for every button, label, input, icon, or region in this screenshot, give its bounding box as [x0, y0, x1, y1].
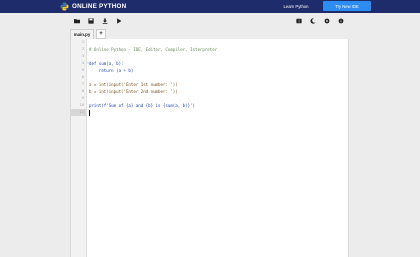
line-number: 6: [81, 75, 84, 79]
code-line-return: return (a + b): [89, 68, 134, 73]
columns-icon: [295, 18, 302, 23]
python-logo-icon: [60, 2, 69, 11]
tab-main-py[interactable]: main.py: [70, 29, 94, 39]
open-file-button[interactable]: [71, 15, 82, 26]
info-button[interactable]: [335, 15, 346, 26]
download-icon: [102, 17, 107, 24]
line-number: 4: [81, 61, 84, 65]
folder-open-icon: [73, 18, 80, 23]
line-number-gutter: 1 2 3 4 5 6 7 8 9 10 11: [71, 39, 87, 257]
line-number: 7: [81, 82, 84, 86]
line-number: 5: [81, 68, 84, 72]
learn-python-link[interactable]: Learn Python: [281, 2, 311, 11]
split-view-button[interactable]: [293, 15, 304, 26]
code-editor[interactable]: 1 2 3 4 5 6 7 8 9 10 11 ▾ # Online Pytho…: [70, 39, 349, 257]
run-button[interactable]: [113, 15, 124, 26]
line-number: 10: [79, 103, 84, 107]
save-icon: [87, 17, 94, 24]
code-line-print: print(f'Sum of {a} and {b} is {sum(a, b)…: [89, 103, 195, 108]
line-number-active: 11: [71, 109, 86, 116]
code-line-input-b: b = int(input('Enter 2nd number: ')): [89, 89, 178, 94]
settings-icon: [324, 18, 329, 23]
file-tab-bar: main.py +: [70, 29, 349, 39]
settings-button[interactable]: [321, 15, 332, 26]
app-title: ONLINE PYTHON: [72, 3, 127, 10]
theme-toggle-button[interactable]: [307, 15, 318, 26]
code-line-def: def sum(a, b):: [89, 61, 124, 66]
logo[interactable]: ONLINE PYTHON: [60, 2, 126, 11]
info-icon: [338, 18, 343, 23]
dark-mode-icon: [309, 17, 316, 24]
play-icon: [116, 17, 121, 24]
try-new-ide-button[interactable]: Try New IDE: [323, 1, 371, 11]
text-cursor: [89, 110, 90, 116]
save-button[interactable]: [85, 15, 96, 26]
editor-toolbar: [67, 14, 349, 27]
code-line-input-a: a = int(input('Enter 1st number: ')): [89, 82, 178, 87]
line-number: 1: [81, 40, 84, 44]
line-number: 8: [81, 89, 84, 93]
code-line-comment: # Online Python - IDE, Editor, Compiler,…: [89, 47, 218, 52]
download-button[interactable]: [99, 15, 110, 26]
line-number: 3: [81, 54, 84, 58]
line-number: 2: [81, 47, 84, 51]
line-number: 9: [81, 96, 84, 100]
add-file-button[interactable]: +: [96, 29, 106, 39]
top-header: ONLINE PYTHON Learn Python Try New IDE: [0, 0, 420, 13]
